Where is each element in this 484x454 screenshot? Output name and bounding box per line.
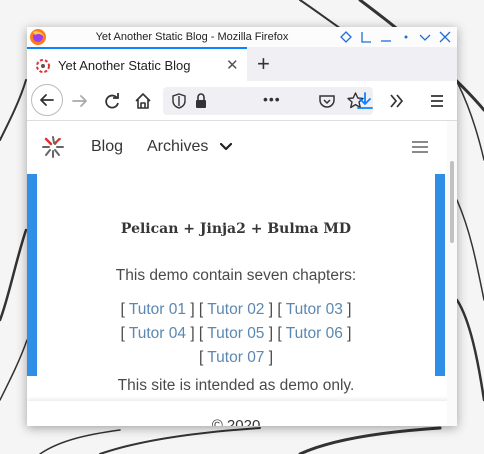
- chapter-link[interactable]: Tutor 07: [207, 349, 264, 366]
- intro-text: This demo contain seven chapters:: [115, 267, 357, 284]
- chapter-link[interactable]: Tutor 04: [129, 325, 186, 342]
- scrollbar-thumb[interactable]: [450, 161, 454, 243]
- back-icon: [40, 94, 54, 106]
- chapter-link[interactable]: Tutor 06: [286, 325, 343, 342]
- window-maximize-icon[interactable]: [418, 30, 432, 44]
- active-tab[interactable]: Yet Another Static Blog ✕: [27, 47, 247, 81]
- site-logo-icon[interactable]: [41, 135, 65, 159]
- page-footer: © 2020: [27, 401, 457, 426]
- hamburger-menu-icon[interactable]: [426, 90, 448, 112]
- navbar-burger-icon[interactable]: [412, 141, 428, 153]
- page-heading: Pelican + Jinja2 + Bulma MD: [120, 221, 352, 237]
- window-minimize-line-icon[interactable]: [379, 30, 393, 44]
- chapter-link[interactable]: Tutor 02: [207, 301, 264, 318]
- tab-strip: Yet Another Static Blog ✕ +: [27, 47, 457, 81]
- copyright-text: © 2020: [211, 417, 261, 426]
- reload-icon[interactable]: [101, 90, 123, 112]
- firefox-icon: [30, 29, 46, 45]
- navigation-toolbar: •••: [27, 81, 457, 121]
- window-restore-icon[interactable]: [339, 30, 353, 44]
- accent-bar-left: [27, 174, 37, 376]
- window-close-icon[interactable]: [438, 30, 452, 44]
- overflow-chevron-icon[interactable]: [386, 90, 408, 112]
- chapter-link[interactable]: Tutor 01: [129, 301, 186, 318]
- page-viewport: Blog Archives Pelican + Jinja2 + Bulma M…: [27, 121, 457, 426]
- url-bar[interactable]: •••: [163, 87, 373, 115]
- dropdown-chevron-icon[interactable]: [220, 143, 232, 151]
- forward-icon[interactable]: [69, 90, 91, 112]
- tab-close-icon[interactable]: ✕: [226, 58, 239, 74]
- favicon-icon: [36, 59, 50, 73]
- shield-icon[interactable]: [171, 92, 187, 110]
- site-navbar: Blog Archives: [27, 121, 447, 174]
- chapter-link[interactable]: Tutor 05: [207, 325, 264, 342]
- nav-archives-dropdown[interactable]: Archives: [147, 138, 208, 156]
- chapter-link[interactable]: Tutor 03: [286, 301, 343, 318]
- download-icon[interactable]: [354, 90, 376, 112]
- new-tab-icon[interactable]: +: [257, 53, 270, 75]
- tab-title: Yet Another Static Blog: [58, 58, 191, 73]
- accent-bar-right: [435, 174, 445, 376]
- back-button[interactable]: [31, 84, 63, 116]
- window-title: Yet Another Static Blog - Mozilla Firefo…: [95, 31, 289, 43]
- demo-note: This site is intended as demo only.: [117, 377, 355, 394]
- nav-blog-link[interactable]: Blog: [91, 138, 123, 156]
- window-minimize-icon[interactable]: [359, 30, 373, 44]
- pocket-icon[interactable]: [318, 92, 336, 110]
- lock-icon[interactable]: [193, 92, 209, 110]
- title-bar: Yet Another Static Blog - Mozilla Firefo…: [27, 27, 457, 47]
- home-icon[interactable]: [132, 90, 154, 112]
- browser-window: Yet Another Static Blog - Mozilla Firefo…: [27, 27, 457, 426]
- chapter-links: [ Tutor 01 ] [ Tutor 02 ] [ Tutor 03 ] […: [120, 301, 352, 366]
- page-actions-icon[interactable]: •••: [263, 91, 281, 107]
- window-dot-icon[interactable]: [399, 30, 413, 44]
